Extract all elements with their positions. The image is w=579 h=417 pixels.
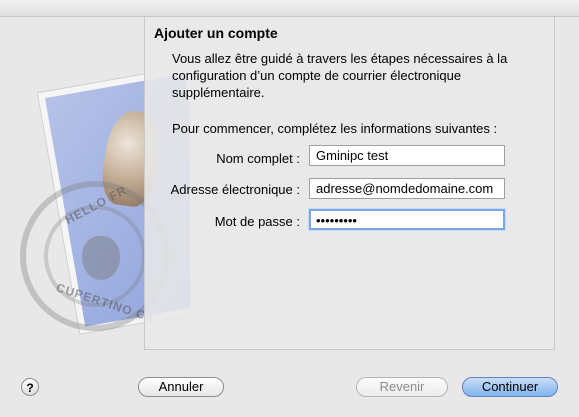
intro-text: Vous allez être guidé à travers les étap…: [172, 51, 508, 100]
email-label: Adresse électronique :: [170, 182, 300, 197]
email-field[interactable]: adresse@nomdedomaine.com: [309, 178, 505, 199]
page-title: Ajouter un compte: [154, 25, 278, 41]
password-label: Mot de passe :: [214, 214, 300, 229]
window-top-bar: [0, 0, 579, 17]
full-name-label: Nom complet :: [216, 151, 300, 166]
instructions-text: Pour commencer, complétez les informatio…: [172, 121, 498, 136]
back-button[interactable]: Revenir: [356, 377, 448, 397]
full-name-field[interactable]: Gminipc test: [309, 145, 505, 166]
account-setup-panel: Ajouter un compte Vous allez être guidé …: [144, 16, 555, 350]
continue-button[interactable]: Continuer: [462, 377, 558, 397]
password-field[interactable]: •••••••••: [309, 209, 505, 230]
cancel-button[interactable]: Annuler: [138, 377, 224, 397]
apple-logo: [82, 236, 120, 280]
help-button[interactable]: ?: [21, 378, 39, 396]
